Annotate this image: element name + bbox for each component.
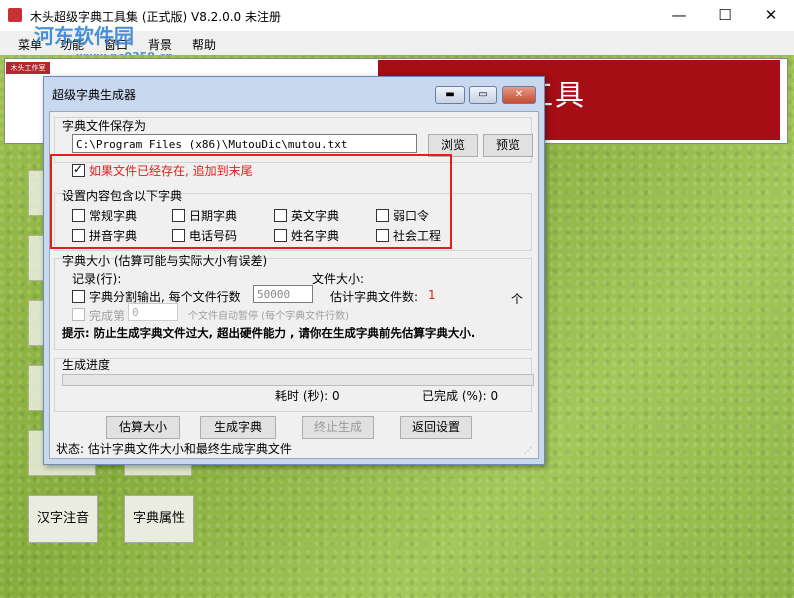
dialog-close-button[interactable]: ✕ — [502, 86, 536, 104]
maximize-button[interactable]: ☐ — [702, 0, 748, 31]
est-count-unit: 个 — [511, 292, 524, 306]
banner-logo: 木头工作室 — [6, 62, 50, 74]
close-button[interactable]: ✕ — [748, 0, 794, 31]
back-settings-button[interactable]: 返回设置 — [400, 416, 472, 439]
watermark-logo: 河东软件园 — [34, 24, 134, 48]
done-count-stepper[interactable]: 0 — [128, 303, 178, 321]
path-field[interactable]: C:\Program Files (x86)\MutouDic\mutou.tx… — [72, 134, 417, 153]
app-icon — [8, 8, 22, 22]
generate-dict-button[interactable]: 生成字典 — [200, 416, 276, 439]
done-label: 完成第 — [89, 309, 126, 323]
dict-attributes-button[interactable]: 字典属性 — [124, 495, 194, 543]
estimate-size-button[interactable]: 估算大小 — [106, 416, 180, 439]
desktop-button-hidden[interactable] — [28, 300, 44, 346]
stop-generate-button[interactable]: 终止生成 — [302, 416, 374, 439]
split-checkbox[interactable] — [72, 290, 85, 303]
est-count-value: 1 — [428, 288, 436, 302]
dialog-restore-button[interactable]: ▭ — [469, 86, 497, 104]
progress-group-label: 生成进度 — [62, 358, 111, 372]
dictionary-generator-dialog: 超级字典生成器 ▬ ▭ ✕ 字典文件保存为 C:\Program Files (… — [43, 76, 545, 465]
split-lines-stepper[interactable]: 50000 — [253, 285, 313, 303]
done-pause-checkbox[interactable] — [72, 308, 85, 321]
done-tail-label: 个文件自动暂停 (每个字典文件行数) — [188, 311, 349, 322]
highlight-annotation — [50, 154, 452, 249]
resize-grip-icon[interactable]: ⋰ — [524, 446, 532, 455]
records-label: 记录(行): — [72, 272, 122, 286]
elapsed-label: 耗时 (秒): 0 — [275, 389, 340, 403]
hanzi-pinyin-button[interactable]: 汉字注音 — [28, 495, 98, 543]
size-group-label: 字典大小 (估算可能与实际大小有误差) — [62, 254, 268, 268]
progress-bar — [62, 374, 534, 386]
menu-item-help[interactable]: 帮助 — [192, 36, 216, 53]
desktop-button-hidden[interactable] — [28, 365, 44, 411]
dialog-title: 超级字典生成器 — [52, 88, 137, 102]
tip-text: 提示: 防止生成字典文件过大, 超出硬件能力 , 请你在生成字典前先估算字典大小… — [62, 326, 476, 340]
desktop-button-hidden[interactable] — [28, 170, 44, 216]
est-count-label: 估计字典文件数: — [330, 290, 419, 304]
completed-label: 已完成 (%): 0 — [422, 389, 499, 403]
filesize-label: 文件大小: — [312, 272, 365, 286]
dialog-minimize-button[interactable]: ▬ — [435, 86, 465, 104]
status-text: 状态: 估计字典文件大小和最终生成字典文件 — [56, 442, 292, 456]
preview-button[interactable]: 预览 — [483, 134, 533, 157]
minimize-button[interactable]: — — [656, 0, 702, 31]
desktop-button-hidden[interactable] — [28, 235, 44, 281]
save-group-label: 字典文件保存为 — [62, 119, 147, 133]
